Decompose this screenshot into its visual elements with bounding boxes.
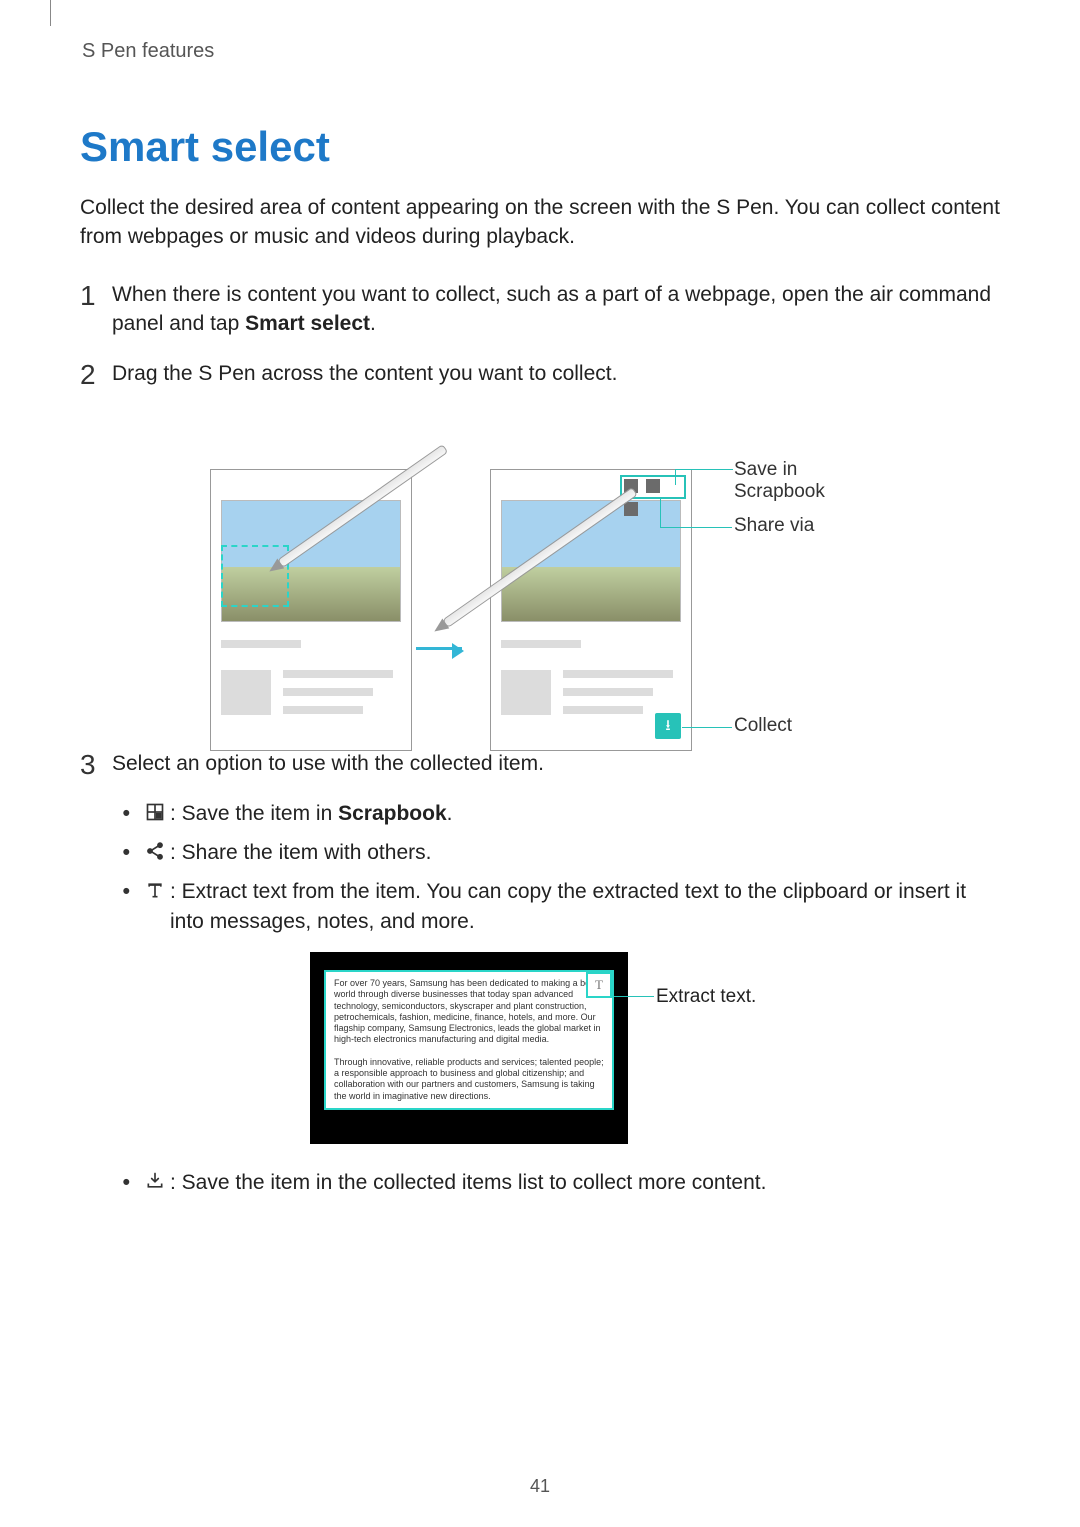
scrapbook-icon xyxy=(144,801,166,823)
share-icon xyxy=(144,840,166,862)
section-title: Smart select xyxy=(80,123,1000,171)
callout-line xyxy=(660,527,732,528)
callout-scrapbook: Save in Scrapbook xyxy=(734,459,870,503)
option-text: : Save the item in the collected items l… xyxy=(170,1168,1000,1197)
placeholder-line xyxy=(283,670,393,678)
page-number: 41 xyxy=(0,1476,1080,1497)
option-scrapbook: • : Save the item in Scrapbook. xyxy=(116,799,1000,828)
phone-image xyxy=(501,500,681,622)
placeholder-line xyxy=(563,688,653,696)
toolbar-scrapbook-icon xyxy=(624,479,638,493)
select-toolbar xyxy=(620,475,686,499)
option-collect: • : Save the item in the collected items… xyxy=(116,1168,1000,1197)
text-pre: : Save the item in xyxy=(170,802,338,825)
phone-image xyxy=(221,500,401,622)
bullet-dot: • xyxy=(116,799,130,828)
placeholder-line xyxy=(563,706,643,714)
callout-collect: Collect xyxy=(734,715,792,737)
step-2: 2 Drag the S Pen across the content you … xyxy=(80,359,1000,389)
option-text: : Share the item with others. xyxy=(170,838,1000,867)
callout-line xyxy=(682,727,732,728)
phone-mock-right xyxy=(490,469,692,751)
placeholder-line xyxy=(283,706,363,714)
extract-paragraph: For over 70 years, Samsung has been dedi… xyxy=(324,970,614,1110)
callout-line xyxy=(675,469,733,470)
step-number: 2 xyxy=(80,361,112,389)
figure-smart-select: ⭳ Save in Scrapbook Share via Collect xyxy=(210,409,870,719)
option-list-2: • : Save the item in the collected items… xyxy=(116,1168,1000,1197)
step-body: Drag the S Pen across the content you wa… xyxy=(112,359,1000,388)
download-icon xyxy=(144,1170,166,1192)
extract-p1: For over 70 years, Samsung has been dedi… xyxy=(334,978,603,1044)
step-number: 3 xyxy=(80,751,112,779)
text-bold: Scrapbook xyxy=(338,802,447,825)
step-3: 3 Select an option to use with the colle… xyxy=(80,749,1000,779)
step-text-post: . xyxy=(370,312,376,335)
intro-paragraph: Collect the desired area of content appe… xyxy=(80,193,1000,252)
toolbar-more-icon xyxy=(624,502,638,516)
callout-share: Share via xyxy=(734,515,814,537)
callout-line xyxy=(614,996,654,997)
step-text-pre: When there is content you want to collec… xyxy=(112,283,991,335)
placeholder-line xyxy=(221,640,301,648)
bullet-dot: • xyxy=(116,838,130,867)
step-number: 1 xyxy=(80,282,112,310)
side-rule xyxy=(50,0,51,26)
callout-extract: Extract text. xyxy=(656,986,756,1008)
phone-mock-left xyxy=(210,469,412,751)
option-text: : Extract text from the item. You can co… xyxy=(170,877,1000,936)
running-header: S Pen features xyxy=(82,40,1000,63)
option-extract-text: • : Extract text from the item. You can … xyxy=(116,877,1000,936)
text-icon xyxy=(144,879,166,901)
bullet-dot: • xyxy=(116,877,130,906)
step-text-bold: Smart select xyxy=(245,312,370,335)
callout-line xyxy=(660,499,661,527)
extract-p2: Through innovative, reliable products an… xyxy=(334,1057,604,1101)
collect-button: ⭳ xyxy=(655,713,681,739)
extract-screen: For over 70 years, Samsung has been dedi… xyxy=(310,952,628,1144)
toolbar-share-icon xyxy=(646,479,660,493)
placeholder-line xyxy=(501,670,551,715)
figure-extract-text: For over 70 years, Samsung has been dedi… xyxy=(310,952,770,1144)
arrow-icon xyxy=(416,647,462,650)
callout-line xyxy=(675,469,676,485)
text-post: . xyxy=(447,802,453,825)
extract-text-button: T xyxy=(586,972,612,998)
placeholder-line xyxy=(501,640,581,648)
placeholder-line xyxy=(283,688,373,696)
option-list: • : Save the item in Scrapbook. • xyxy=(116,799,1000,937)
step-1: 1 When there is content you want to coll… xyxy=(80,280,1000,339)
bullet-dot: • xyxy=(116,1168,130,1197)
placeholder-line xyxy=(221,670,271,715)
step-body: When there is content you want to collec… xyxy=(112,280,1000,339)
step-body: Select an option to use with the collect… xyxy=(112,749,1000,778)
placeholder-line xyxy=(563,670,673,678)
option-text: : Save the item in Scrapbook. xyxy=(170,799,1000,828)
option-share: • : Share the item with others. xyxy=(116,838,1000,867)
